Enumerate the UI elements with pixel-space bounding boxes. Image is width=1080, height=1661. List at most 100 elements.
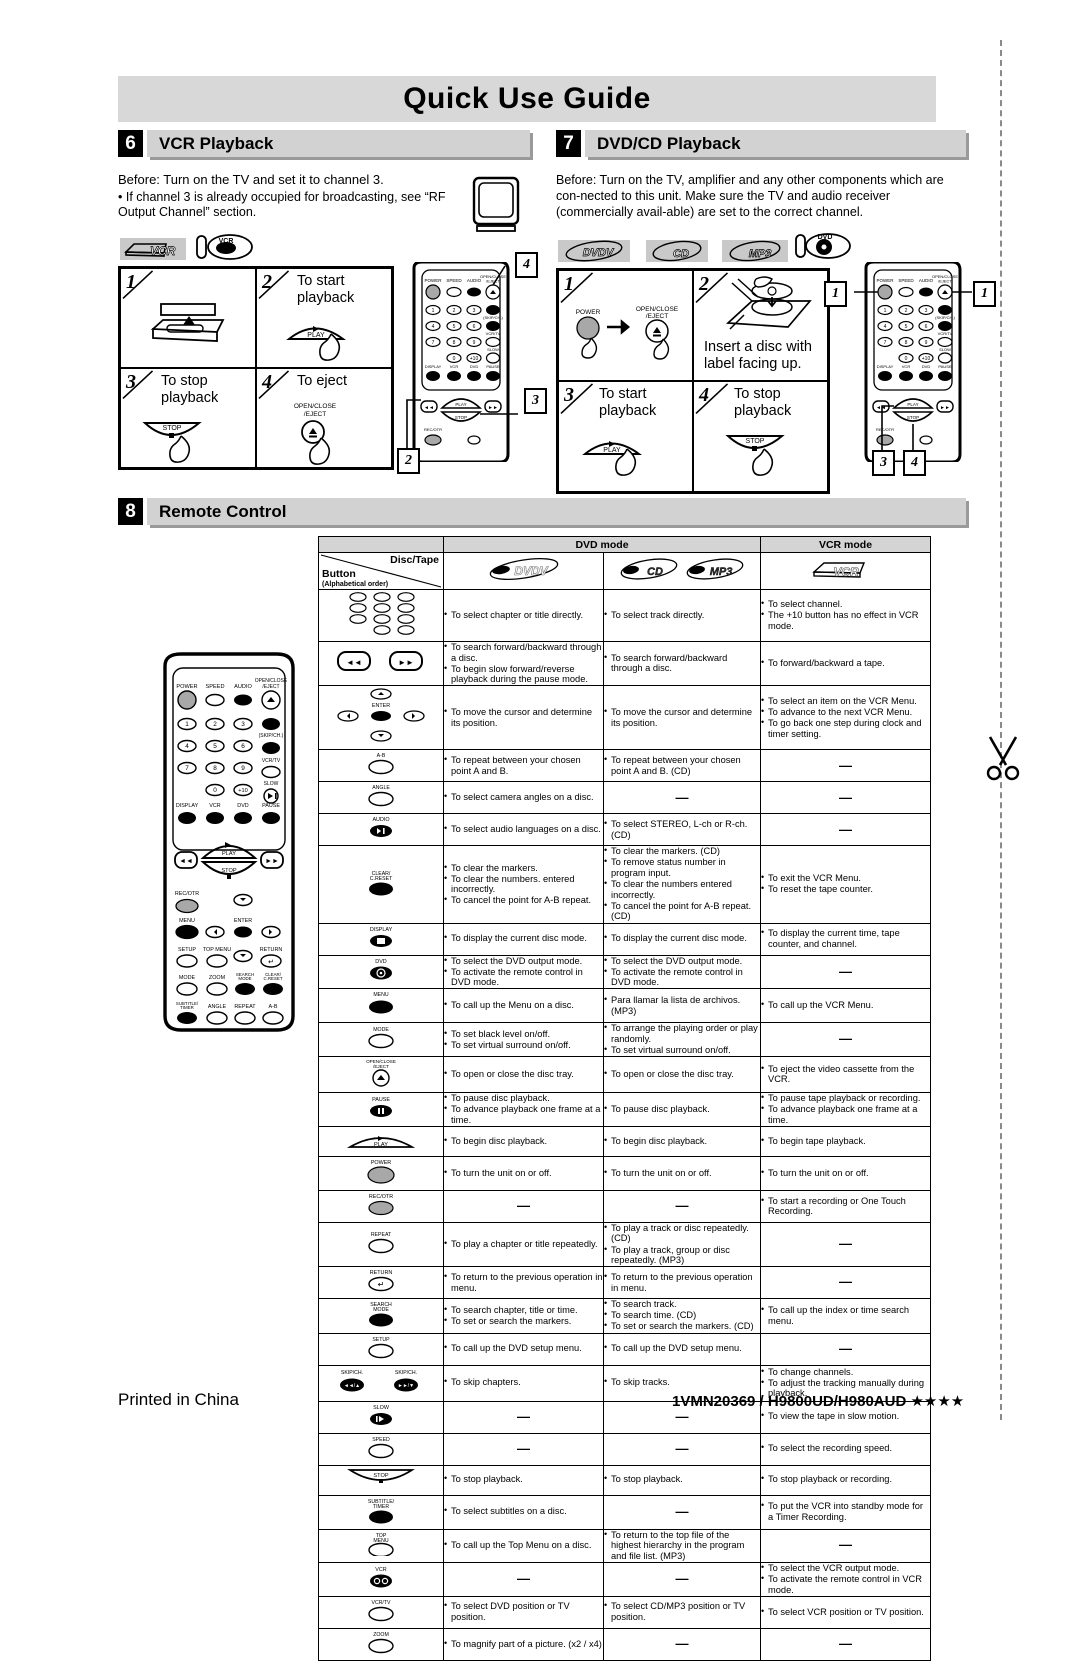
table-button-cell: AUDIO (318, 813, 444, 847)
table-cell-line: To play a chapter or title repeatedly. (444, 1238, 603, 1250)
table-cell-line: To select DVD position or TV position. (444, 1600, 603, 1622)
table-cell-line: To stop playback. (444, 1474, 603, 1485)
ab-button-icon: A-B (368, 753, 394, 775)
svg-text:REC/OTR: REC/OTR (175, 891, 199, 897)
table-cell: To select camera angles on a disc. (443, 781, 604, 815)
svg-text:SLOW: SLOW (939, 347, 951, 352)
table-cell: To call up the DVD setup menu. (603, 1332, 761, 1366)
table-cell-line: To select the DVD output mode. (604, 955, 760, 967)
table-cell-line: To select an item on the VCR Menu. (761, 695, 930, 707)
svg-text:POWER: POWER (371, 1160, 391, 1166)
dvd-mode-icon: DVD (795, 233, 851, 259)
table-cell: To search track.To search time. (CD)To s… (603, 1298, 761, 1334)
table-cell-line: To move the cursor and determine its pos… (444, 706, 603, 728)
table-row: DVD To select the DVD output mode.To act… (318, 954, 931, 990)
table-button-cell: SPEED (318, 1432, 444, 1466)
table-cell: To magnify part of a picture. (x2 / x4) (443, 1627, 604, 1661)
svg-text:VCR: VCR (902, 364, 911, 369)
svg-text:VCR: VCR (219, 238, 234, 245)
svg-text:PLAY: PLAY (907, 402, 918, 407)
dvd-before-text: Before: Turn on the TV, amplifier and an… (556, 173, 944, 219)
svg-text:RETURN: RETURN (370, 1270, 393, 1276)
vcr-step-4-number: 4 (262, 371, 272, 393)
table-cell-line: To call up the Top Menu on a disc. (444, 1539, 603, 1551)
table-row: SPEED ——To select the recording speed. (318, 1432, 931, 1466)
cursor-enter-buttons-icon: ENTER (337, 688, 425, 743)
skip-ch-buttons-icon: SKIP/CH. ◄◄/▲ SKIP/CH. ►►/▼ (340, 1370, 418, 1392)
table-cell-line: To remove status number in program input… (604, 856, 760, 878)
table-cell-line: To call up the index or time search menu… (761, 1304, 930, 1326)
svg-text:VCR/TV: VCR/TV (938, 331, 953, 336)
vcr-step-3-number: 3 (126, 371, 136, 393)
table-cell-line: The +10 button has no effect in VCR mode… (761, 609, 930, 631)
dvd-step-4-text: To stop playback (734, 386, 792, 419)
svg-text:/EJECT: /EJECT (938, 279, 952, 284)
table-cell: To stop playback. (443, 1464, 604, 1496)
table-button-cell: SLOW (318, 1400, 444, 1434)
svg-text:4: 4 (185, 743, 189, 750)
table-cell: To start a recording or One Touch Record… (760, 1189, 931, 1223)
vcr-callout-4: 4 (515, 252, 538, 278)
table-cell-line: To select audio languages on a disc. (444, 823, 603, 835)
svg-text:AUDIO: AUDIO (234, 684, 252, 690)
svg-text:DISPLAY: DISPLAY (176, 803, 199, 809)
table-cell-line: To select CD/MP3 position or TV position… (604, 1600, 760, 1622)
svg-text:MENU: MENU (373, 992, 389, 998)
svg-text:PAUSE: PAUSE (486, 364, 500, 369)
svg-text:6: 6 (925, 324, 928, 330)
table-corner-blank (318, 536, 444, 553)
vcr-tv-button-icon: VCR/TV (368, 1600, 394, 1621)
dvd-callout-4: 4 (903, 450, 926, 476)
svg-text:STOP: STOP (746, 438, 765, 445)
section-title-remote-control: Remote Control (159, 501, 287, 521)
table-cell: To return to the previous operation in m… (443, 1266, 604, 1300)
table-button-cell: ZOOM (318, 1627, 444, 1661)
table-cell: To display the current disc mode. (603, 922, 761, 956)
table-cell-line: To advance to the next VCR Menu. (761, 706, 930, 718)
table-cell: To play a chapter or title repeatedly. (443, 1221, 604, 1268)
svg-text:3: 3 (241, 721, 245, 728)
eject-button-press-art (301, 420, 331, 465)
svg-text:DVD: DVD (470, 364, 479, 369)
table-cell: To return to the previous operation in m… (603, 1266, 761, 1300)
table-row: MODE To set black level on/off.To set vi… (318, 1022, 931, 1058)
table-cell-dash: — (760, 1627, 931, 1661)
table-row: PAUSE To pause disc playback.To advance … (318, 1092, 931, 1127)
table-row: To select chapter or title directly.To s… (318, 589, 931, 642)
table-button-cell: PLAY (318, 1125, 444, 1157)
svg-text:STOP: STOP (455, 415, 467, 420)
table-cell-line: To display the current disc mode. (604, 933, 760, 944)
svg-text:8: 8 (905, 340, 908, 346)
vcr-step-2-number: 2 (262, 271, 272, 293)
table-button-cell: REC/OTR (318, 1189, 444, 1223)
table-button-cell: A-B (318, 749, 444, 783)
svg-text:◄◄: ◄◄ (179, 858, 193, 865)
page-title: Quick Use Guide (118, 76, 936, 122)
svg-text:+10: +10 (238, 788, 248, 794)
table-cell: To select STEREO, L-ch or R-ch. (CD) (603, 813, 761, 847)
remote-control-small-vcr: POWER SPEED AUDIO OPEN/CLOSE /EJECT 123 … (406, 262, 518, 462)
svg-text:C.RESET: C.RESET (263, 976, 282, 981)
svg-text:►►: ►► (265, 858, 279, 865)
vcr-callout-3: 3 (524, 388, 547, 414)
table-cell-line: To clear the numbers. entered incorrectl… (444, 873, 603, 895)
table-row: OPEN/CLOSE /EJECT To open or close the d… (318, 1056, 931, 1094)
svg-text:5: 5 (213, 743, 217, 750)
table-cell-dash: — (443, 1189, 604, 1223)
corner-alpha-label: (Alphabetical order) (322, 581, 389, 588)
table-cell-line: To arrange the playing order or play ran… (604, 1022, 760, 1044)
dvd-button-icon: DVD (370, 959, 392, 980)
table-cell-line: To magnify part of a picture. (x2 / x4) (444, 1638, 603, 1650)
vcr-step-4-text: To eject (297, 373, 347, 389)
table-row: RETURN ↵ To return to the previous opera… (318, 1266, 931, 1300)
svg-text:7: 7 (185, 765, 189, 772)
footer-model-code: 1VMN20369 / H9800UD/H980AUD ★★★★ (672, 1393, 965, 1410)
table-cell: To play a track or disc repeatedly. (CD)… (603, 1222, 761, 1268)
svg-text:TIMER: TIMER (180, 1005, 194, 1010)
dvd-steps-grid: 1 POWER OPEN/CLOSE /EJECT 2 Insert a dis… (556, 268, 830, 494)
svg-text:PLAY: PLAY (222, 851, 236, 857)
table-cell: To stop playback or recording. (760, 1464, 931, 1496)
table-cell-dash: — (443, 1561, 604, 1597)
vcr-before-line: Before: Turn on the TV and set it to cha… (118, 172, 384, 187)
svg-text:STOP: STOP (373, 1473, 388, 1479)
